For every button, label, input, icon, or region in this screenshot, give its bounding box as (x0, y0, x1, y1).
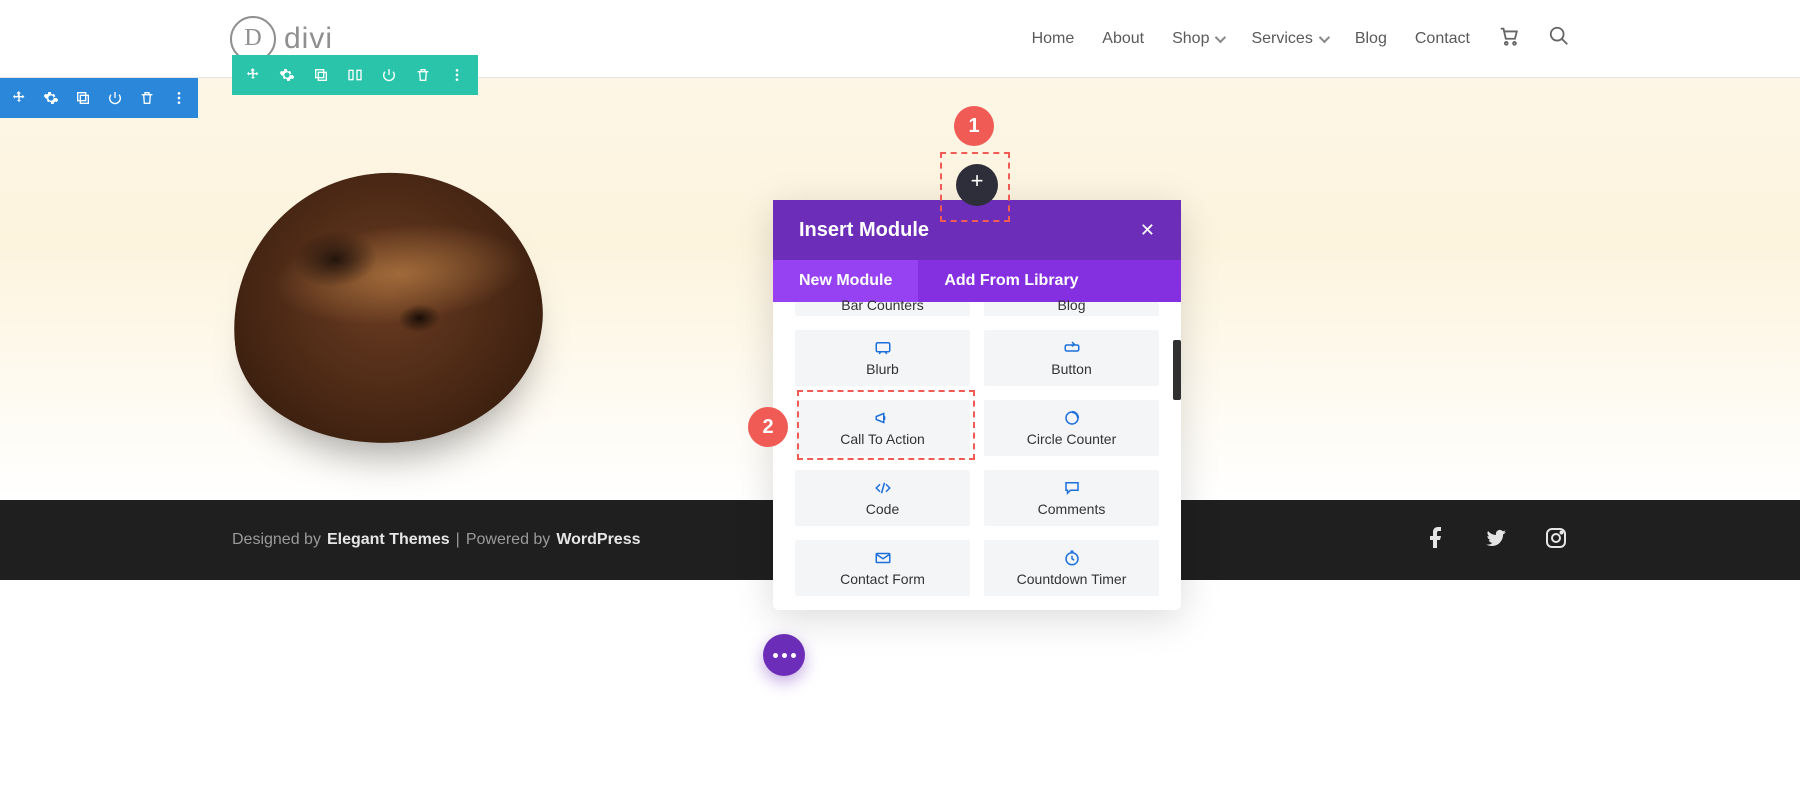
module-countdown-timer[interactable]: Countdown Timer (984, 540, 1159, 596)
trash-icon[interactable] (412, 64, 434, 86)
module-code[interactable]: Code (795, 470, 970, 526)
modal-title: Insert Module (799, 219, 929, 242)
nav-contact[interactable]: Contact (1415, 30, 1470, 48)
code-icon (874, 479, 892, 497)
facebook-icon[interactable] (1424, 526, 1448, 555)
primary-nav: Home About Shop Services Blog Contact (1032, 25, 1570, 52)
duplicate-icon[interactable] (72, 87, 94, 109)
annotation-step-1: 1 (954, 106, 994, 146)
footer-separator: | (456, 531, 460, 549)
move-icon[interactable] (242, 64, 264, 86)
chevron-down-icon (1319, 31, 1330, 42)
trash-icon[interactable] (136, 87, 158, 109)
module-label: Blog (1057, 297, 1085, 313)
dot-icon (773, 653, 778, 658)
circle-counter-icon (1063, 409, 1081, 427)
nav-about[interactable]: About (1102, 30, 1144, 48)
columns-icon[interactable] (344, 64, 366, 86)
cart-icon[interactable] (1498, 25, 1520, 52)
nav-home[interactable]: Home (1032, 30, 1075, 48)
chevron-down-icon (1215, 31, 1226, 42)
duplicate-icon[interactable] (310, 64, 332, 86)
search-icon[interactable] (1548, 25, 1570, 52)
module-label: Contact Form (840, 571, 925, 587)
module-label: Blurb (866, 361, 899, 377)
tab-add-from-library[interactable]: Add From Library (918, 260, 1104, 302)
dot-icon (791, 653, 796, 658)
module-label: Bar Counters (841, 297, 923, 313)
gear-icon[interactable] (40, 87, 62, 109)
module-button[interactable]: Button (984, 330, 1159, 386)
annotation-step-2: 2 (748, 407, 788, 447)
module-bar-counters[interactable]: Bar Counters (795, 302, 970, 316)
module-comments[interactable]: Comments (984, 470, 1159, 526)
modal-scrollbar[interactable] (1173, 340, 1181, 400)
more-icon[interactable] (168, 87, 190, 109)
dot-icon (782, 653, 787, 658)
row-toolbar (232, 55, 478, 95)
module-label: Comments (1038, 501, 1106, 517)
logo-text: divi (284, 22, 333, 56)
module-label: Button (1051, 361, 1091, 377)
nav-services-label: Services (1251, 30, 1312, 48)
footer-elegant-themes[interactable]: Elegant Themes (327, 531, 450, 549)
hero-image (219, 158, 556, 459)
nav-shop[interactable]: Shop (1172, 30, 1223, 48)
module-contact-form[interactable]: Contact Form (795, 540, 970, 596)
instagram-icon[interactable] (1544, 526, 1568, 555)
clock-icon (1063, 549, 1081, 567)
blurb-icon (874, 339, 892, 357)
module-blog[interactable]: Blog (984, 302, 1159, 316)
twitter-icon[interactable] (1484, 526, 1508, 555)
module-label: Code (866, 501, 899, 517)
power-icon[interactable] (378, 64, 400, 86)
close-icon[interactable]: ✕ (1140, 220, 1155, 241)
footer-powered-by: Powered by (466, 531, 551, 549)
annotation-highlight-1 (940, 152, 1010, 222)
footer-credits: Designed by Elegant Themes | Powered by … (232, 531, 641, 549)
button-icon (1063, 339, 1081, 357)
nav-services[interactable]: Services (1251, 30, 1326, 48)
annotation-highlight-2 (797, 390, 975, 460)
modal-tabs: New Module Add From Library (773, 260, 1181, 302)
module-label: Countdown Timer (1017, 571, 1127, 587)
comments-icon (1063, 479, 1081, 497)
footer-wordpress[interactable]: WordPress (556, 531, 640, 549)
section-toolbar (0, 78, 198, 118)
move-icon[interactable] (8, 87, 30, 109)
module-grid: Blurb Button Call To Action Circle Count… (795, 330, 1159, 596)
nav-blog[interactable]: Blog (1355, 30, 1387, 48)
tab-new-module[interactable]: New Module (773, 260, 918, 302)
footer-social (1424, 526, 1568, 555)
module-circle-counter[interactable]: Circle Counter (984, 400, 1159, 456)
more-icon[interactable] (446, 64, 468, 86)
module-label: Circle Counter (1027, 431, 1116, 447)
gear-icon[interactable] (276, 64, 298, 86)
envelope-icon (874, 549, 892, 567)
builder-more-button[interactable] (763, 634, 805, 676)
footer-designed-by: Designed by (232, 531, 321, 549)
power-icon[interactable] (104, 87, 126, 109)
module-blurb[interactable]: Blurb (795, 330, 970, 386)
nav-shop-label: Shop (1172, 30, 1209, 48)
